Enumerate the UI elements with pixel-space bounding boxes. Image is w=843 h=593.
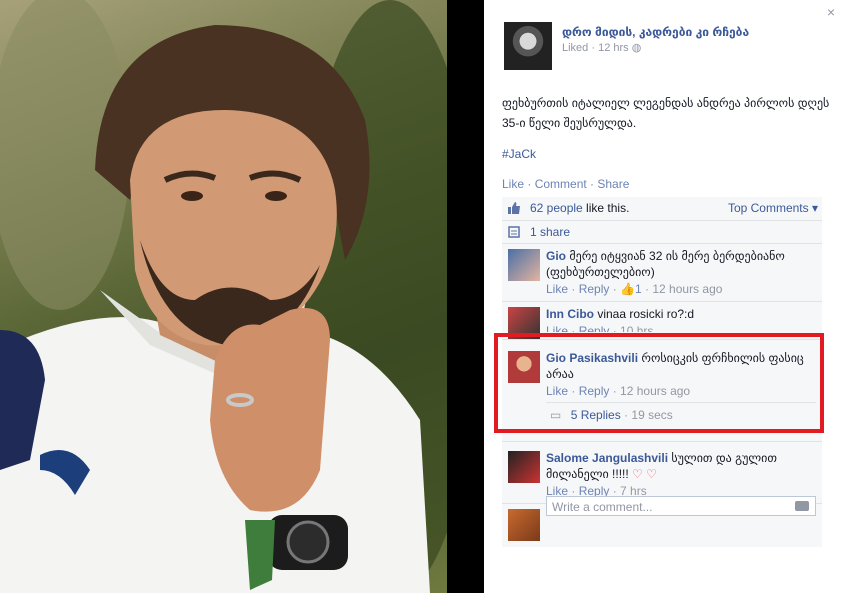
comment-item: Gio მერე იტყვიან 32 ის მერე ბერდებიანო (… [502,244,822,302]
comment-text: vinaa rosicki ro?:d [597,307,695,321]
commenter-avatar[interactable] [508,249,540,281]
like-button[interactable]: Like [502,177,524,191]
photo-illustration [0,0,447,593]
post-meta: Liked · 12 hrs ◍ [562,42,642,54]
globe-icon: ◍ [631,42,642,54]
commenter-avatar[interactable] [508,451,540,483]
shares-row[interactable]: 1 share [502,221,822,244]
post-panel: × დრო მიდის, კადრები კი რჩება Liked · 12… [484,0,843,593]
share-icon [508,226,520,238]
comment-reply-link[interactable]: Reply [579,324,610,332]
post-actions: Like · Comment · Share [502,177,630,191]
close-icon[interactable]: × [827,4,835,20]
comment-placeholder: Write a comment... [552,500,653,514]
share-button[interactable]: Share [597,177,629,191]
hashtag-link[interactable]: #JaCk [502,147,536,161]
post-time[interactable]: 12 hrs [598,42,629,54]
comment-input[interactable]: Write a comment... [546,496,816,516]
post-photo[interactable] [0,0,447,593]
commenter-name[interactable]: Gio [546,249,566,263]
my-avatar [508,509,540,541]
comment-time[interactable]: 10 hrs [620,324,653,332]
likes-suffix: like this. [582,201,630,215]
liked-status: Liked [562,42,589,54]
comment-like-count[interactable]: 👍1 [620,282,642,296]
comment-time[interactable]: 12 hours ago [652,282,722,296]
page-avatar[interactable] [504,22,552,70]
commenter-name[interactable]: Inn Cibo [546,307,594,321]
comment-like-link[interactable]: Like [546,282,568,296]
thumbs-up-icon [508,202,520,214]
heart-icon: ♡ ♡ [632,467,657,481]
post-text: ფეხბურთის იტალიელ ლეგენდას ანდრეა პირლოს… [502,96,830,130]
comment-button[interactable]: Comment [535,177,587,191]
likes-count-link[interactable]: 62 people [530,201,583,215]
comment-item: Salome Jangulashvili სულით და გულით მილა… [502,442,822,504]
page-name-link[interactable]: დრო მიდის, კადრები კი რჩება [562,25,749,39]
commenter-name[interactable]: Salome Jangulashvili [546,451,668,465]
likes-row: 62 people like this. Top Comments ▾ [502,197,822,221]
comment-like-link[interactable]: Like [546,324,568,332]
shares-count[interactable]: 1 share [530,225,570,239]
comment-reply-link[interactable]: Reply [579,282,610,296]
camera-icon[interactable] [795,501,809,511]
comment-text: მერე იტყვიან 32 ის მერე ბერდებიანო (ფეხბ… [546,249,785,279]
highlight-box [494,333,824,433]
top-comments-dropdown[interactable]: Top Comments ▾ [728,197,818,219]
page-avatar-image[interactable] [504,22,552,70]
thumbs-up-icon: 👍 [620,282,635,296]
